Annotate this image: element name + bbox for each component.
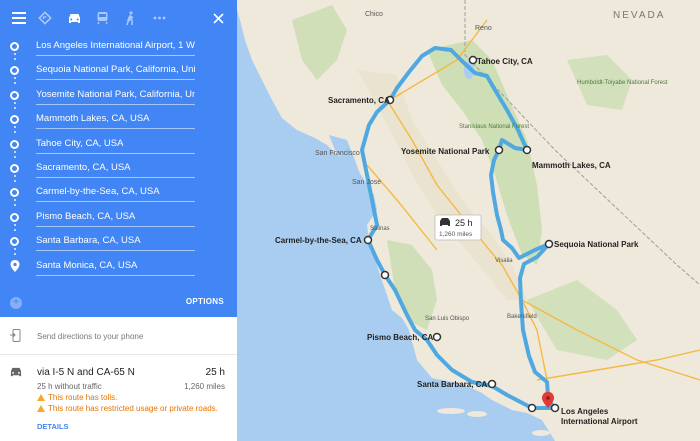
stop-marker[interactable] [468, 55, 478, 65]
map-canvas[interactable]: Chico Reno Stanislaus National Forest Sa… [237, 0, 700, 441]
city-label: Sequoia National Park [554, 240, 639, 249]
more-icon[interactable] [147, 6, 171, 30]
travel-mode-bar [0, 0, 237, 34]
map-svg: Chico Reno Stanislaus National Forest Sa… [237, 0, 700, 441]
toll-warning: This route has tolls. [37, 393, 117, 402]
stop-circle-icon [10, 90, 19, 100]
details-button[interactable]: DETAILS [37, 422, 69, 431]
map-label: San Jose [352, 179, 381, 186]
send-directions-label: Send directions to your phone [37, 332, 144, 341]
city-label: Santa Barbara, CA [417, 380, 487, 389]
stop-input[interactable]: Mammoth Lakes, CA, USA [36, 111, 195, 130]
car-icon[interactable] [62, 6, 86, 30]
stop-marker[interactable] [432, 332, 442, 342]
channel-island [532, 430, 550, 436]
restricted-warning-text: This route has restricted usage or priva… [48, 404, 218, 413]
route-car-icon [10, 367, 22, 377]
stop-marker[interactable] [522, 145, 532, 155]
state-label: NEVADA [613, 10, 665, 21]
stop-marker[interactable] [550, 403, 560, 413]
stop-row: Santa Barbara, CA, USA [0, 231, 237, 256]
stop-marker[interactable] [380, 270, 390, 280]
stop-row: Pismo Beach, CA, USA [0, 207, 237, 231]
route-name: via I-5 N and CA-65 N [37, 367, 135, 378]
city-label: Los Angeles [561, 407, 609, 416]
stop-input[interactable]: Los Angeles International Airport, 1 Wor… [36, 38, 195, 56]
map-label: San Francisco [315, 150, 360, 157]
restricted-warning: This route has restricted usage or priva… [37, 404, 218, 413]
stop-row: Sacramento, CA, USA [0, 158, 237, 182]
city-label: Pismo Beach, CA [367, 333, 433, 342]
stop-row: Santa Monica, CA, USA [0, 256, 237, 280]
diamond-directions-icon[interactable] [33, 6, 57, 30]
stop-row: Yosemite National Park, California, Unit… [0, 85, 237, 109]
add-destination-icon[interactable]: + [10, 297, 22, 309]
warning-icon [37, 394, 45, 401]
map-label: Chico [365, 11, 383, 18]
stop-row: Mammoth Lakes, CA, USA [0, 109, 237, 134]
directions-header: Los Angeles International Airport, 1 Wor… [0, 0, 237, 317]
channel-island [437, 408, 465, 414]
stop-circle-icon [10, 42, 19, 51]
destination-marker-icon [10, 259, 20, 272]
bubble-distance: 1,260 miles [439, 231, 473, 238]
city-label: Carmel-by-the-Sea, CA [275, 236, 362, 245]
stop-input[interactable]: Santa Monica, CA, USA [36, 258, 195, 276]
city-label: Mammoth Lakes, CA [532, 161, 611, 170]
walk-icon[interactable] [118, 6, 142, 30]
map-label: Visalia [495, 258, 513, 264]
route-time: 25 h [205, 367, 225, 378]
stop-circle-icon [10, 212, 19, 222]
stop-input[interactable]: Santa Barbara, CA, USA [36, 233, 195, 252]
warning-icon [37, 405, 45, 412]
options-button[interactable]: OPTIONS [186, 297, 224, 306]
city-label: Yosemite National Park [401, 147, 490, 156]
stop-marker[interactable] [527, 403, 537, 413]
stop-circle-icon [10, 188, 19, 198]
stop-row: Los Angeles International Airport, 1 Wor… [0, 36, 237, 60]
stop-circle-icon [10, 139, 19, 149]
stop-input[interactable]: Sequoia National Park, California, Unite… [36, 62, 195, 81]
stop-circle-icon [10, 164, 19, 173]
directions-panel: Los Angeles International Airport, 1 Wor… [0, 0, 237, 441]
stop-row: Tahoe City, CA, USA [0, 134, 237, 158]
train-icon[interactable] [90, 6, 114, 30]
map-label: San Luis Obispo [425, 316, 470, 322]
stop-marker[interactable] [363, 235, 373, 245]
city-label: Sacramento, CA [328, 96, 390, 105]
stop-circle-icon [10, 237, 19, 247]
map-label: Humboldt-Toiyabe National Forest [577, 80, 668, 86]
stop-input[interactable]: Sacramento, CA, USA [36, 160, 195, 178]
city-label: International Airport [561, 417, 638, 426]
map-label: Stanislaus National Forest [459, 124, 529, 130]
stop-input[interactable]: Carmel-by-the-Sea, CA, USA [36, 184, 195, 203]
stop-input[interactable]: Tahoe City, CA, USA [36, 136, 195, 154]
stop-circle-icon [10, 115, 19, 125]
close-icon[interactable] [206, 6, 230, 30]
stop-row: Carmel-by-the-Sea, CA, USA [0, 182, 237, 207]
route-distance: 1,260 miles [184, 382, 225, 391]
stop-input[interactable]: Yosemite National Park, California, Unit… [36, 87, 195, 105]
bubble-time: 25 h [455, 218, 473, 228]
map-label: Bakersfield [507, 314, 537, 320]
city-label: Tahoe City, CA [477, 57, 533, 66]
hamburger-menu-icon[interactable] [7, 6, 31, 30]
map-label: Salinas [370, 226, 390, 232]
map-label: Reno [475, 25, 492, 32]
stop-row: Sequoia National Park, California, Unite… [0, 60, 237, 85]
send-to-phone-icon [10, 329, 21, 342]
route-time-bubble[interactable]: 25 h 1,260 miles [434, 214, 482, 241]
send-directions-row[interactable]: Send directions to your phone [0, 317, 237, 355]
route-traffic: 25 h without traffic [37, 382, 102, 391]
stop-marker[interactable] [487, 379, 497, 389]
stop-marker[interactable] [494, 145, 504, 155]
stop-marker[interactable] [544, 239, 554, 249]
route-option[interactable]: via I-5 N and CA-65 N 25 h 25 h without … [0, 355, 237, 441]
bubble-car-icon [440, 218, 450, 226]
stop-input[interactable]: Pismo Beach, CA, USA [36, 209, 195, 227]
toll-warning-text: This route has tolls. [48, 393, 118, 402]
channel-island [467, 411, 487, 417]
stop-circle-icon [10, 66, 19, 76]
